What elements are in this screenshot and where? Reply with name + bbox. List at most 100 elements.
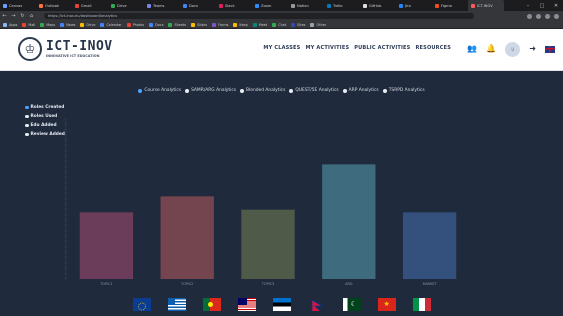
bookmark-item[interactable]: Apps [3, 22, 17, 27]
flag-pakistan-icon: ☾ [342, 298, 361, 311]
notification-bell-icon[interactable]: 🔔 [486, 45, 496, 53]
minimize-icon[interactable]: – [521, 0, 535, 11]
tab-label: Canvas [9, 3, 23, 8]
tab-label: Figma [441, 3, 452, 8]
browser-tab[interactable]: Notion [288, 0, 324, 11]
browser-tab[interactable]: Gmail [72, 0, 108, 11]
bookmark-label: Calendar [106, 22, 122, 27]
tab-label: Zoom [261, 3, 272, 8]
flag-greece-icon [167, 298, 186, 311]
bookmark-favicon-icon [168, 22, 173, 27]
tab-favicon-icon [219, 3, 223, 8]
bookmark-item[interactable]: Keep [233, 22, 248, 27]
extension-icon[interactable] [536, 13, 541, 19]
chart-bar[interactable] [160, 196, 214, 279]
bookmark-label: Chat [278, 22, 287, 27]
bookmark-item[interactable]: Sites [291, 22, 305, 27]
bookmark-item[interactable]: News [60, 22, 75, 27]
maximize-icon[interactable]: □ [535, 0, 549, 11]
bookmark-favicon-icon [126, 22, 131, 27]
reload-icon[interactable]: ↻ [18, 11, 27, 21]
browser-tab[interactable]: Teams [144, 0, 180, 11]
nav-resources[interactable]: RESOURCES [415, 45, 451, 51]
app-root: Canvas Outlook Gmail Drive Teams Docs Slack Zoo… [0, 0, 563, 316]
browser-tab[interactable]: ICT-INOV [468, 0, 504, 11]
bookmark-label: Forms [218, 22, 229, 27]
chart-bar[interactable] [79, 212, 134, 279]
bookmark-item[interactable]: Docs [149, 22, 164, 27]
flag-eu-icon [132, 298, 151, 311]
bookmark-item[interactable]: Drive [80, 22, 95, 27]
browser-tab[interactable]: Zoom [252, 0, 288, 11]
browser-tab[interactable]: Figma [432, 0, 468, 11]
bar-chart: TOPIC1 TOPIC2 TOPIC3 ARD MARKET [64, 118, 457, 286]
tab-label: Outlook [45, 3, 59, 8]
tab-label: Teams [153, 3, 165, 8]
nav-my-classes[interactable]: MY CLASSES [263, 45, 300, 51]
url-input[interactable]: https://ict-inov.eu/dashboard/analytics [44, 13, 474, 19]
bookmark-favicon-icon [212, 22, 217, 27]
language-flag-icon[interactable] [545, 45, 555, 53]
browser-tab-bar: Canvas Outlook Gmail Drive Teams Docs Slack Zoo… [0, 0, 563, 11]
bookmark-item[interactable]: Forms [212, 22, 229, 27]
bookmark-item[interactable]: Sheets [168, 22, 186, 27]
bookmark-label: Photos [132, 22, 145, 27]
bookmark-favicon-icon [291, 22, 296, 27]
bookmark-label: Docs [155, 22, 164, 27]
x-tick-label: TOPIC2 [180, 282, 193, 286]
logo-title[interactable]: ICT-INOV [46, 39, 113, 54]
bookmark-item[interactable]: Other [310, 22, 326, 27]
chart-bar[interactable] [322, 164, 376, 279]
logout-icon[interactable]: ➜ [529, 45, 536, 53]
bookmark-item[interactable]: Chat [272, 22, 287, 27]
bookmark-favicon-icon [310, 22, 315, 27]
browser-tab[interactable]: Outlook [36, 0, 72, 11]
nav-public-activities[interactable]: PUBLIC ACTIVITIES [354, 45, 410, 51]
header-icons: 👥 🔔 U ➜ [467, 39, 555, 59]
extension-buttons [527, 11, 559, 21]
browser-tab[interactable]: Slack [216, 0, 252, 11]
bookmark-item[interactable]: Mail [22, 22, 36, 27]
nav-my-activities[interactable]: MY ACTIVITIES [305, 45, 349, 51]
back-icon[interactable]: ← [0, 11, 9, 21]
flag-nepal-icon [308, 298, 326, 311]
bookmark-label: Keep [239, 22, 248, 27]
home-icon[interactable]: ⌂ [27, 11, 36, 21]
bookmark-item[interactable]: Calendar [100, 22, 122, 27]
chart-bar[interactable] [402, 212, 457, 279]
x-tick-label: MARKET [423, 282, 438, 286]
browser-tab[interactable]: Jira [396, 0, 432, 11]
close-icon[interactable]: ✕ [549, 0, 563, 11]
bookmark-item[interactable]: Slides [191, 22, 207, 27]
users-icon[interactable]: 👥 [467, 45, 477, 53]
chart-bar[interactable] [241, 209, 295, 279]
bookmark-item[interactable]: Meet [252, 22, 268, 27]
forward-icon[interactable]: → [9, 11, 18, 21]
tab-favicon-icon [471, 3, 475, 8]
flag-vietnam-icon: ★ [377, 298, 396, 311]
address-bar-row: ← → ↻ ⌂ https://ict-inov.eu/dashboard/an… [0, 11, 563, 21]
logo-icon[interactable]: ♔ [18, 37, 42, 61]
browser-tab[interactable]: Docs [180, 0, 216, 11]
tab-favicon-icon [111, 3, 115, 8]
bookmark-label: Maps [46, 22, 56, 27]
browser-tab[interactable]: Drive [108, 0, 144, 11]
bookmark-item[interactable]: Maps [40, 22, 56, 27]
browser-tab[interactable]: Trello [324, 0, 360, 11]
bookmark-item[interactable]: Photos [126, 22, 145, 27]
bookmark-label: Meet [258, 22, 268, 27]
tab-favicon-icon [39, 3, 43, 8]
bookmark-favicon-icon [100, 22, 105, 27]
bookmarks-bar: Apps Mail Maps News Drive Calendar Photos Docs S… [0, 21, 563, 29]
avatar[interactable]: U [505, 41, 521, 57]
browser-tab[interactable]: GitHub [360, 0, 396, 11]
bookmark-label: Mail [28, 22, 36, 27]
tab-label: Slack [225, 3, 235, 8]
tab-favicon-icon [435, 3, 439, 8]
flag-italy-icon [412, 298, 431, 311]
tab-label: ICT-INOV [477, 3, 493, 8]
extension-icon[interactable] [527, 13, 532, 19]
profile-icon[interactable] [545, 13, 550, 19]
menu-icon[interactable] [554, 13, 559, 19]
browser-tab[interactable]: Canvas [0, 0, 36, 11]
